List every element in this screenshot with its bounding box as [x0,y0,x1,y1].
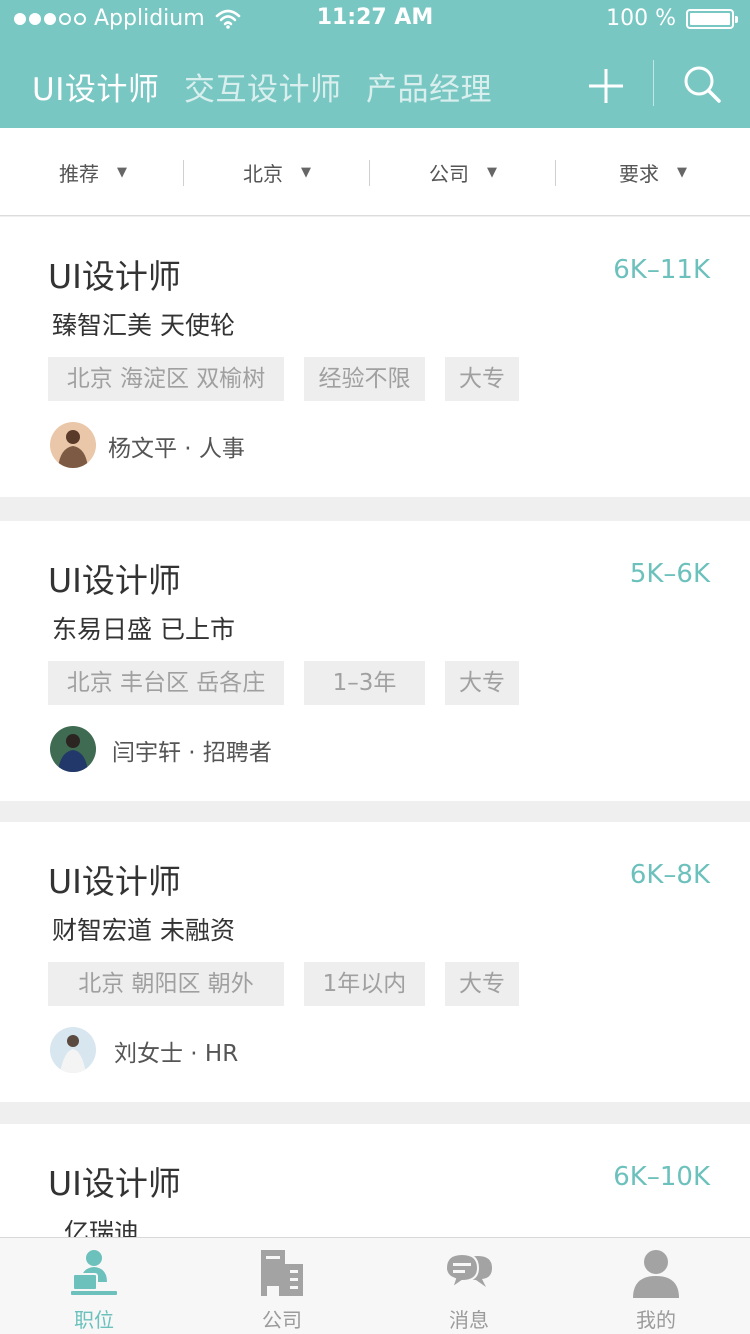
filter-label: 公司 [429,161,469,186]
recruiter-avatar [50,422,96,468]
job-icon [71,1250,117,1295]
nav-divider [653,60,654,106]
job-title: UI设计师 [48,1164,181,1203]
education-tag: 大专 [445,962,519,1006]
user-icon [633,1250,679,1298]
company-name: 臻智汇美 天使轮 [52,311,235,340]
battery-icon [686,8,738,29]
location-tag: 北京 海淀区 双榆树 [48,357,284,401]
job-salary: 6K–11K [613,255,710,285]
caret-down-icon: ▼ [677,164,687,180]
status-right: 100 % [606,6,738,31]
experience-tag: 经验不限 [304,357,425,401]
building-icon [261,1250,303,1296]
tabbar-item-messages[interactable]: 消息 [375,1238,563,1334]
recruiter-avatar [50,1027,96,1073]
search-icon[interactable] [682,64,722,104]
filter-recommend[interactable]: 推荐 ▼ [0,128,186,216]
education-tag: 大专 [445,661,519,705]
tabbar-label: 职位 [74,1308,114,1332]
caret-down-icon: ▼ [117,164,127,180]
job-card[interactable]: UI设计师 6K–10K 亿瑞迪 [0,1124,750,1247]
chat-icon [444,1252,492,1291]
experience-tag: 1–3年 [304,661,425,705]
location-tag: 北京 朝阳区 朝外 [48,962,284,1006]
tabbar-label: 消息 [449,1308,489,1332]
job-card[interactable]: UI设计师 6K–11K 臻智汇美 天使轮 北京 海淀区 双榆树 经验不限 大专… [0,217,750,497]
filter-city[interactable]: 北京 ▼ [184,128,370,216]
filter-company[interactable]: 公司 ▼ [370,128,556,216]
recruiter-avatar [50,726,96,772]
filter-requirements[interactable]: 要求 ▼ [556,128,750,216]
plus-icon[interactable] [586,66,626,106]
recruiter-name: 闫宇轩 · 招聘者 [112,740,272,766]
job-salary: 6K–8K [629,860,710,890]
filter-bar: 推荐 ▼ 北京 ▼ 公司 ▼ 要求 ▼ [0,128,750,216]
job-salary: 5K–6K [629,559,710,589]
top-nav: UI设计师 交互设计师 产品经理 [0,58,750,118]
job-salary: 6K–10K [613,1162,710,1192]
job-title: UI设计师 [48,862,181,901]
tabbar-label: 我的 [636,1308,676,1332]
location-tag: 北京 丰台区 岳各庄 [48,661,284,705]
tabbar-item-jobs[interactable]: 职位 [0,1238,188,1334]
bottom-tab-bar: 职位 公司 消息 我的 [0,1237,750,1334]
tab-ui-designer[interactable]: UI设计师 [32,64,159,109]
caret-down-icon: ▼ [487,164,497,180]
recruiter-name: 刘女士 · HR [114,1041,239,1067]
tabbar-item-me[interactable]: 我的 [562,1238,750,1334]
company-name: 财智宏道 未融资 [52,916,235,945]
tabbar-label: 公司 [262,1308,302,1332]
job-title: UI设计师 [48,257,181,296]
app-header: Applidium 11:27 AM 100 % UI设计师 交互设计师 产品经… [0,0,750,128]
filter-label: 推荐 [59,161,99,186]
tab-interaction-designer[interactable]: 交互设计师 [184,64,342,109]
education-tag: 大专 [445,357,519,401]
job-title: UI设计师 [48,561,181,600]
recruiter-name: 杨文平 · 人事 [108,436,245,462]
battery-percent: 100 % [606,6,676,31]
tab-product-manager[interactable]: 产品经理 [366,64,492,109]
experience-tag: 1年以内 [304,962,425,1006]
filter-label: 要求 [619,161,659,186]
job-card[interactable]: UI设计师 6K–8K 财智宏道 未融资 北京 朝阳区 朝外 1年以内 大专 刘… [0,822,750,1102]
caret-down-icon: ▼ [301,164,311,180]
company-name: 东易日盛 已上市 [52,615,235,644]
status-bar: Applidium 11:27 AM 100 % [0,0,750,40]
job-card[interactable]: UI设计师 5K–6K 东易日盛 已上市 北京 丰台区 岳各庄 1–3年 大专 … [0,521,750,801]
filter-label: 北京 [243,161,283,186]
tabbar-item-company[interactable]: 公司 [188,1238,376,1334]
